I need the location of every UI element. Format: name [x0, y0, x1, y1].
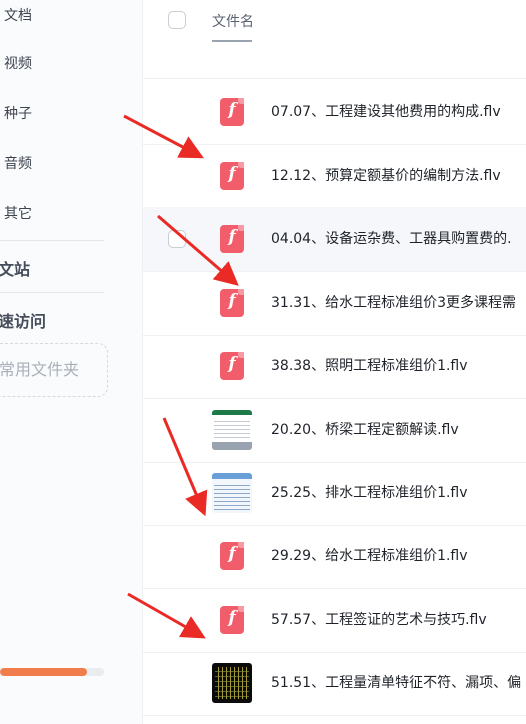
- file-name[interactable]: 20.20、桥梁工程定额解读.flv: [271, 420, 459, 440]
- table-row[interactable]: f 07.07、工程建设其他费用的构成.flv: [143, 80, 526, 145]
- storage-progress-bar: [0, 668, 104, 676]
- table-row[interactable]: 51.51、工程量清单特征不符、漏项、偏: [143, 651, 526, 716]
- file-name[interactable]: 38.38、照明工程标准组价1.flv: [271, 356, 468, 376]
- sidebar-item-torrents[interactable]: 种子: [4, 104, 32, 124]
- table-row[interactable]: f 31.31、给水工程标准组价3更多课程需: [143, 271, 526, 336]
- file-name[interactable]: 57.57、工程签证的艺术与技巧.flv: [271, 610, 487, 630]
- flv-file-icon: f: [220, 162, 244, 190]
- table-row[interactable]: f 29.29、给水工程标准组价1.flv: [143, 524, 526, 589]
- table-row[interactable]: 25.25、排水工程标准组价1.flv: [143, 461, 526, 526]
- flv-file-icon: f: [220, 542, 244, 570]
- file-list-header: 文件名: [143, 0, 526, 40]
- file-name[interactable]: 51.51、工程量清单特征不符、漏项、偏: [271, 673, 521, 693]
- sidebar-divider: [0, 292, 104, 293]
- column-header-filename[interactable]: 文件名: [212, 11, 254, 31]
- file-name[interactable]: 25.25、排水工程标准组价1.flv: [271, 483, 468, 503]
- sidebar: 文档 视频 种子 音频 其它 文站 速访问 常用文件夹: [0, 0, 143, 724]
- flv-file-icon: f: [220, 289, 244, 317]
- add-common-folder-button[interactable]: 常用文件夹: [0, 343, 108, 397]
- file-name[interactable]: 12.12、预算定额基价的编制方法.flv: [271, 166, 501, 186]
- video-thumbnail-icon: [212, 663, 252, 703]
- table-row[interactable]: 20.20、桥梁工程定额解读.flv: [143, 398, 526, 463]
- file-name[interactable]: 04.04、设备运杂费、工器具购置费的.: [271, 229, 512, 249]
- spreadsheet-thumbnail-icon: [212, 410, 252, 450]
- table-row[interactable]: f 12.12、预算定额基价的编制方法.flv: [143, 144, 526, 209]
- flv-file-icon: f: [220, 225, 244, 253]
- table-row[interactable]: f 57.57、工程签证的艺术与技巧.flv: [143, 588, 526, 653]
- flv-file-icon: f: [220, 606, 244, 634]
- sidebar-section-quick-access: 速访问: [0, 312, 47, 331]
- sidebar-item-documents[interactable]: 文档: [4, 6, 32, 26]
- file-list-panel: 文件名 f 07.07、工程建设其他费用的构成.flv f 12.12、预算定额基价的…: [143, 0, 526, 724]
- file-name[interactable]: 07.07、工程建设其他费用的构成.flv: [271, 102, 501, 122]
- sidebar-item-videos[interactable]: 视频: [4, 54, 32, 74]
- flv-file-icon: f: [220, 352, 244, 380]
- sidebar-section-site[interactable]: 文站: [0, 256, 30, 280]
- sidebar-divider: [0, 240, 104, 241]
- document-thumbnail-icon: [212, 473, 252, 513]
- flv-file-icon: f: [220, 98, 244, 126]
- file-name[interactable]: 31.31、给水工程标准组价3更多课程需: [271, 293, 516, 313]
- select-all-checkbox[interactable]: [168, 11, 186, 29]
- sidebar-item-other[interactable]: 其它: [4, 204, 32, 224]
- table-row[interactable]: f 04.04、设备运杂费、工器具购置费的.: [143, 207, 526, 272]
- file-name[interactable]: 29.29、给水工程标准组价1.flv: [271, 546, 468, 566]
- table-row[interactable]: f 38.38、照明工程标准组价1.flv: [143, 334, 526, 399]
- row-checkbox[interactable]: [168, 230, 186, 248]
- sidebar-item-audio[interactable]: 音频: [4, 154, 32, 174]
- storage-progress-fill: [0, 668, 88, 676]
